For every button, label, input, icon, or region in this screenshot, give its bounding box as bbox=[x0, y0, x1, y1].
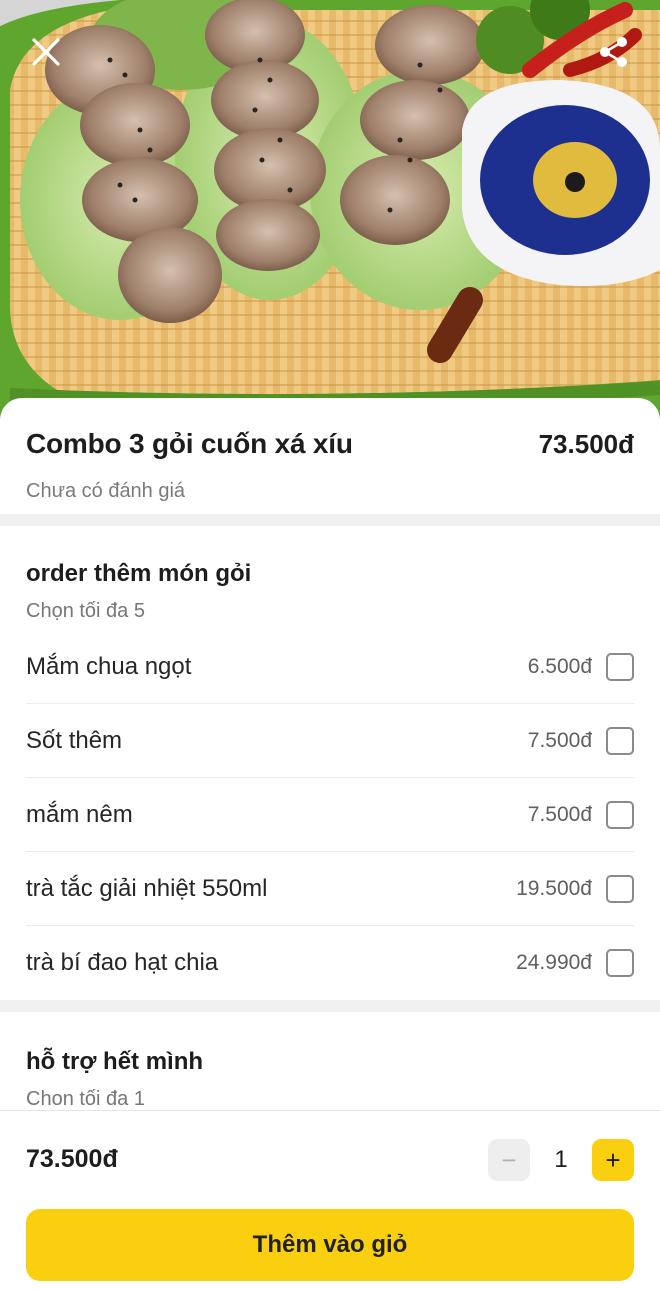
option-list: Mắm chua ngọt 6.500đ Sốt thêm 7.500đ mắm… bbox=[26, 630, 634, 1000]
rating-text: Chưa có đánh giá bbox=[26, 480, 186, 502]
option-checkbox[interactable] bbox=[606, 652, 634, 681]
option-price: 7.500đ bbox=[527, 728, 592, 752]
option-item[interactable]: mắm nêm 7.500đ bbox=[26, 778, 634, 852]
option-group-title: hỗ trợ hết mình bbox=[26, 1048, 204, 1075]
product-photo bbox=[0, 0, 660, 420]
increase-quantity-button[interactable]: + bbox=[592, 1139, 634, 1181]
quantity-value: 1 bbox=[554, 1146, 568, 1173]
option-checkbox[interactable] bbox=[606, 949, 634, 977]
share-button[interactable] bbox=[588, 26, 640, 78]
add-to-cart-button[interactable]: Thêm vào giỏ bbox=[26, 1209, 634, 1281]
option-checkbox[interactable] bbox=[606, 726, 634, 755]
option-price: 6.500đ bbox=[527, 654, 592, 678]
section-divider bbox=[0, 514, 660, 526]
section-divider bbox=[0, 1000, 660, 1012]
option-checkbox[interactable] bbox=[606, 800, 634, 829]
product-title-row: Combo 3 gỏi cuốn xá xíu 73.500đ bbox=[26, 428, 634, 460]
option-item[interactable]: trà bí đao hạt chia 24.990đ bbox=[26, 926, 634, 1000]
option-name: Sốt thêm bbox=[26, 726, 123, 754]
option-group-subtitle: Chon tối đa 1 bbox=[26, 1088, 145, 1110]
option-price: 24.990đ bbox=[516, 951, 592, 974]
close-icon bbox=[32, 38, 60, 66]
option-item[interactable]: trà tắc giải nhiệt 550ml 19.500đ bbox=[26, 852, 634, 926]
option-item[interactable]: Sốt thêm 7.500đ bbox=[26, 704, 634, 778]
option-name: mắm nêm bbox=[26, 800, 133, 828]
option-name: trà tắc giải nhiệt 550ml bbox=[26, 874, 268, 902]
option-name: Mắm chua ngọt bbox=[26, 652, 192, 680]
product-name: Combo 3 gỏi cuốn xá xíu bbox=[26, 428, 353, 459]
product-price: 73.500đ bbox=[538, 428, 634, 459]
product-image bbox=[0, 0, 660, 420]
quantity-stepper: − 1 + bbox=[488, 1139, 634, 1181]
close-button[interactable] bbox=[20, 26, 72, 78]
option-name: trà bí đao hạt chia bbox=[26, 949, 219, 976]
option-checkbox[interactable] bbox=[606, 874, 634, 903]
option-item[interactable]: Mắm chua ngọt 6.500đ bbox=[26, 630, 634, 704]
total-price: 73.500đ bbox=[26, 1145, 118, 1173]
option-price: 19.500đ bbox=[516, 876, 592, 900]
option-group-subtitle: Chọn tối đa 5 bbox=[26, 600, 145, 622]
option-group-title: order thêm món gỏi bbox=[26, 560, 252, 587]
share-icon bbox=[600, 37, 627, 67]
decrease-quantity-button[interactable]: − bbox=[488, 1139, 530, 1181]
option-price: 7.500đ bbox=[527, 802, 592, 826]
checkout-bar: 73.500đ − 1 + Thêm vào giỏ bbox=[0, 1110, 660, 1290]
